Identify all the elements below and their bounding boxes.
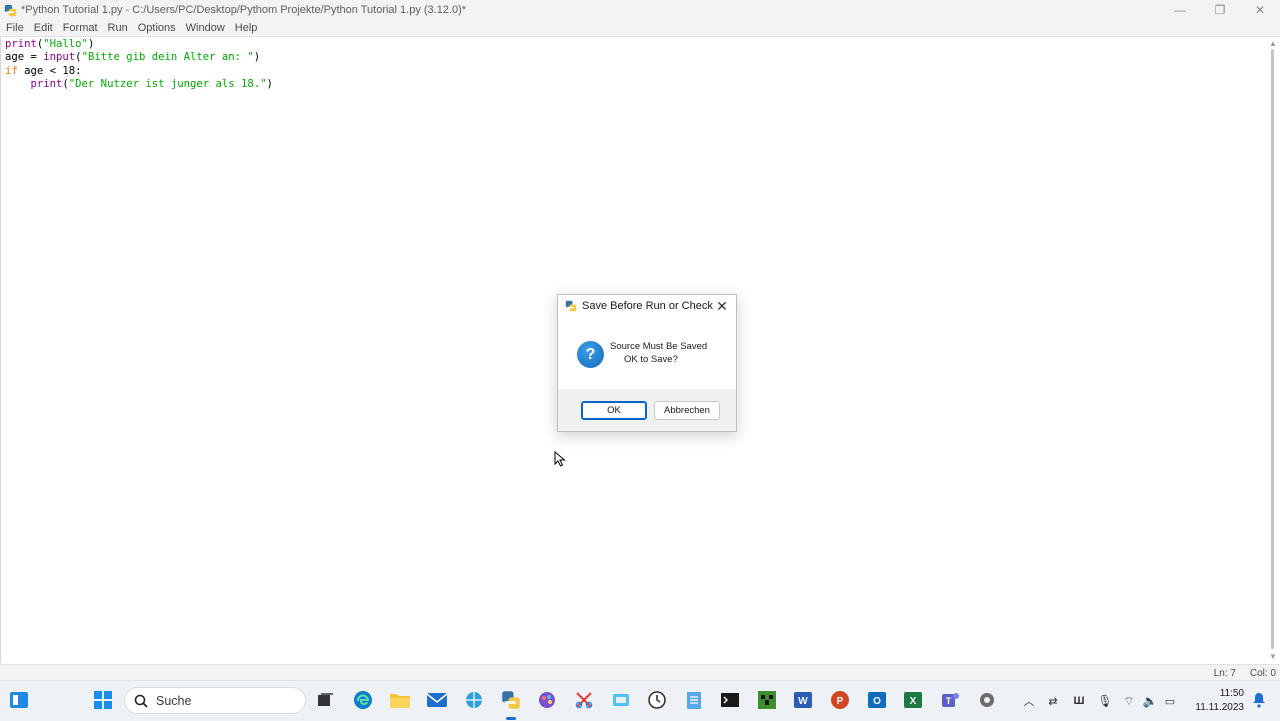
notification-bell-icon[interactable]: [1248, 689, 1270, 711]
status-bar: Ln: 7 Col: 0: [0, 664, 1280, 681]
dialog-title: Save Before Run or Check: [582, 300, 713, 312]
window-controls: — ❐ ✕: [1160, 0, 1280, 20]
taskbar: Suche W P O X T ︿ ⇄ Ш 🎙 ⌔ 🔈 ▭ 11:50 11.1…: [0, 680, 1280, 721]
teams-icon[interactable]: T: [939, 689, 961, 711]
question-icon: ?: [577, 341, 604, 368]
menu-edit[interactable]: Edit: [29, 20, 58, 36]
wifi-icon[interactable]: ⌔: [1118, 694, 1140, 709]
edge-icon[interactable]: [352, 689, 374, 711]
dialog-body: ? Source Must Be Saved OK to Save?: [558, 317, 736, 389]
file-explorer-icon[interactable]: [389, 689, 411, 711]
outlook-icon[interactable]: O: [866, 689, 888, 711]
excel-icon[interactable]: X: [902, 689, 924, 711]
audio-app-icon[interactable]: Ш: [1066, 695, 1092, 707]
clock-icon[interactable]: [646, 689, 668, 711]
python-idle-taskbar-icon[interactable]: [500, 689, 522, 711]
menu-file[interactable]: File: [0, 20, 29, 36]
system-tray: ︿ ⇄ Ш 🎙 ⌔ 🔈 ▭: [1018, 681, 1180, 721]
title-bar: *Python Tutorial 1.py - C:/Users/PC/Desk…: [0, 0, 1280, 20]
menu-options[interactable]: Options: [133, 20, 181, 36]
snipping-tool-icon[interactable]: [573, 689, 595, 711]
widgets-icon[interactable]: [8, 689, 30, 711]
battery-icon[interactable]: ▭: [1160, 695, 1180, 708]
column-indicator: Col: 0: [1249, 668, 1276, 679]
menu-window[interactable]: Window: [181, 20, 230, 36]
screen-clip-icon[interactable]: [610, 689, 632, 711]
ok-button[interactable]: OK: [581, 401, 647, 420]
svg-text:X: X: [910, 696, 917, 707]
settings-icon[interactable]: [976, 689, 998, 711]
code-token: age =: [5, 51, 44, 64]
sync-icon[interactable]: ⇄: [1040, 695, 1066, 708]
code-line[interactable]: print("Der Nutzer ist junger als 18."): [5, 78, 273, 91]
minimize-button[interactable]: —: [1160, 0, 1200, 20]
word-icon[interactable]: W: [792, 689, 814, 711]
notepad-icon[interactable]: [683, 689, 705, 711]
code-token: input: [43, 51, 76, 64]
search-label: Suche: [156, 693, 192, 708]
microphone-icon[interactable]: 🎙: [1092, 694, 1118, 708]
code-token: age < 18:: [17, 64, 82, 77]
vpn-globe-icon[interactable]: [463, 689, 485, 711]
menu-help[interactable]: Help: [230, 20, 263, 36]
vertical-scrollbar[interactable]: ▲ ▼: [1266, 37, 1280, 663]
mail-icon[interactable]: [426, 689, 448, 711]
start-icon[interactable]: [92, 689, 114, 711]
code-line[interactable]: age = input("Bitte gib dein Alter an: "): [5, 51, 273, 64]
paint-icon[interactable]: [536, 689, 558, 711]
clock-time: 11:50: [1219, 688, 1244, 699]
taskbar-search[interactable]: Suche: [124, 687, 306, 714]
close-window-button[interactable]: ✕: [1240, 0, 1280, 20]
clock-date: 11.11.2023: [1195, 702, 1244, 713]
powerpoint-icon[interactable]: P: [829, 689, 851, 711]
volume-icon[interactable]: 🔈: [1140, 694, 1160, 708]
svg-text:P: P: [837, 696, 844, 707]
scroll-up-icon[interactable]: ▲: [1269, 39, 1277, 48]
python-idle-icon: [565, 300, 577, 312]
code-token: if: [5, 64, 18, 77]
scroll-thumb[interactable]: [1271, 49, 1274, 649]
code-token: ): [253, 51, 261, 64]
code-token: ): [87, 38, 95, 50]
code-line[interactable]: print("Hallo"): [5, 38, 273, 51]
restore-button[interactable]: ❐: [1200, 0, 1240, 20]
dialog-title-bar: Save Before Run or Check ✕: [558, 295, 736, 317]
python-idle-icon: [4, 4, 17, 16]
menu-run[interactable]: Run: [103, 20, 133, 36]
code-token: "Bitte gib dein Alter an: ": [81, 51, 254, 64]
code-token: "Hallo": [43, 38, 88, 50]
terminal-icon[interactable]: [719, 689, 741, 711]
search-icon: [134, 694, 148, 708]
dialog-close-button[interactable]: ✕: [714, 298, 730, 314]
mouse-cursor-icon: [554, 451, 566, 467]
taskbar-clock[interactable]: 11:50 11.11.2023: [1195, 687, 1244, 715]
scroll-down-icon[interactable]: ▼: [1269, 652, 1277, 661]
code-token: print: [5, 38, 37, 50]
line-indicator: Ln: 7: [1213, 668, 1236, 679]
svg-text:O: O: [873, 696, 881, 707]
code-token: "Der Nutzer ist junger als 18.": [68, 78, 267, 91]
code-token: print: [30, 78, 63, 91]
code-text[interactable]: print("Hallo") age = input("Bitte gib dei…: [5, 38, 273, 92]
menu-format[interactable]: Format: [58, 20, 103, 36]
minecraft-icon[interactable]: [756, 689, 778, 711]
code-token: ): [266, 78, 273, 91]
code-line[interactable]: if age < 18:: [5, 65, 273, 78]
dialog-message-line2: OK to Save?: [624, 354, 678, 365]
dialog-message-line1: Source Must Be Saved: [610, 341, 708, 352]
svg-text:W: W: [798, 696, 808, 707]
svg-text:T: T: [946, 696, 952, 706]
chevron-up-icon[interactable]: ︿: [1018, 693, 1040, 709]
cancel-button[interactable]: Abbrechen: [654, 401, 720, 420]
save-dialog: Save Before Run or Check ✕ ? Source Must…: [557, 294, 737, 432]
window-title: *Python Tutorial 1.py - C:/Users/PC/Desk…: [21, 4, 467, 16]
task-view-icon[interactable]: [314, 689, 336, 711]
menu-bar: File Edit Format Run Options Window Help: [0, 20, 1280, 37]
